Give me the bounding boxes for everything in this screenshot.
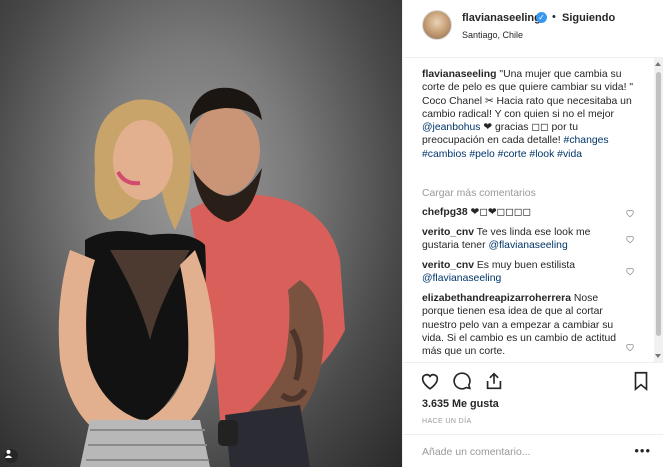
load-more-comments-link[interactable]: Cargar más comentarios	[422, 188, 536, 199]
comments-list[interactable]: flavianaseeling "Una mujer que cambia su…	[403, 58, 663, 362]
comment-like-heart-icon[interactable]	[625, 342, 635, 352]
scrollbar-thumb[interactable]	[656, 72, 661, 336]
more-options-icon[interactable]: •••	[634, 443, 651, 458]
comment-like-heart-icon[interactable]	[625, 208, 635, 218]
bookmark-icon[interactable]	[630, 370, 652, 392]
tagged-users-icon[interactable]	[4, 449, 18, 463]
photo-illustration	[58, 87, 345, 467]
comment-mention[interactable]: @flavianaseeling	[422, 273, 501, 284]
comment-like-heart-icon[interactable]	[625, 234, 635, 244]
heart-icon[interactable]	[419, 370, 441, 392]
caption-mention[interactable]: @jeanbohus	[422, 122, 481, 133]
comment-username[interactable]: chefpg38	[422, 207, 468, 218]
scroll-down-arrow-icon[interactable]	[655, 354, 661, 358]
add-comment-input[interactable]: Añade un comentario...	[422, 446, 531, 458]
post-timestamp[interactable]: HACE UN DÍA	[422, 418, 472, 425]
caption-username[interactable]: flavianaseeling	[422, 69, 497, 80]
avatar[interactable]	[422, 10, 452, 40]
post-side-panel: flavianaseeling ✓ • Siguiendo Santiago, …	[402, 0, 663, 467]
post-caption: flavianaseeling "Una mujer que cambia su…	[422, 68, 640, 161]
post-header: flavianaseeling ✓ • Siguiendo Santiago, …	[403, 0, 663, 58]
scroll-up-arrow-icon[interactable]	[655, 62, 661, 66]
post-photo[interactable]	[0, 0, 402, 467]
comment-item: verito_cnv Te ves linda ese look me gust…	[422, 226, 622, 253]
comment-item: chefpg38 ❤◻❤◻◻◻◻	[422, 206, 622, 219]
header-separator: •	[552, 11, 556, 23]
comment-item: verito_cnv Es muy buen estilista @flavia…	[422, 259, 622, 286]
comment-icon[interactable]	[451, 370, 473, 392]
likes-count[interactable]: 3.635 Me gusta	[422, 398, 499, 410]
comment-mention[interactable]: @flavianaseeling	[488, 240, 567, 251]
comments-scrollbar[interactable]	[654, 58, 663, 362]
share-icon[interactable]	[483, 370, 505, 392]
comment-item: elizabethandreapizarroherrera Nose porqu…	[422, 292, 622, 358]
comment-username[interactable]: elizabethandreapizarroherrera	[422, 293, 571, 304]
verified-badge-icon: ✓	[536, 12, 547, 23]
comment-username[interactable]: verito_cnv	[422, 260, 474, 271]
comment-username[interactable]: verito_cnv	[422, 227, 474, 238]
add-comment-bar: Añade un comentario... •••	[403, 434, 663, 467]
comment-text: Es muy buen estilista	[473, 260, 576, 271]
header-username[interactable]: flavianaseeling	[462, 12, 541, 24]
comment-like-heart-icon[interactable]	[625, 266, 635, 276]
location-link[interactable]: Santiago, Chile	[462, 30, 523, 40]
following-button[interactable]: Siguiendo	[562, 12, 615, 24]
comment-text: ❤◻❤◻◻◻◻	[467, 207, 532, 218]
